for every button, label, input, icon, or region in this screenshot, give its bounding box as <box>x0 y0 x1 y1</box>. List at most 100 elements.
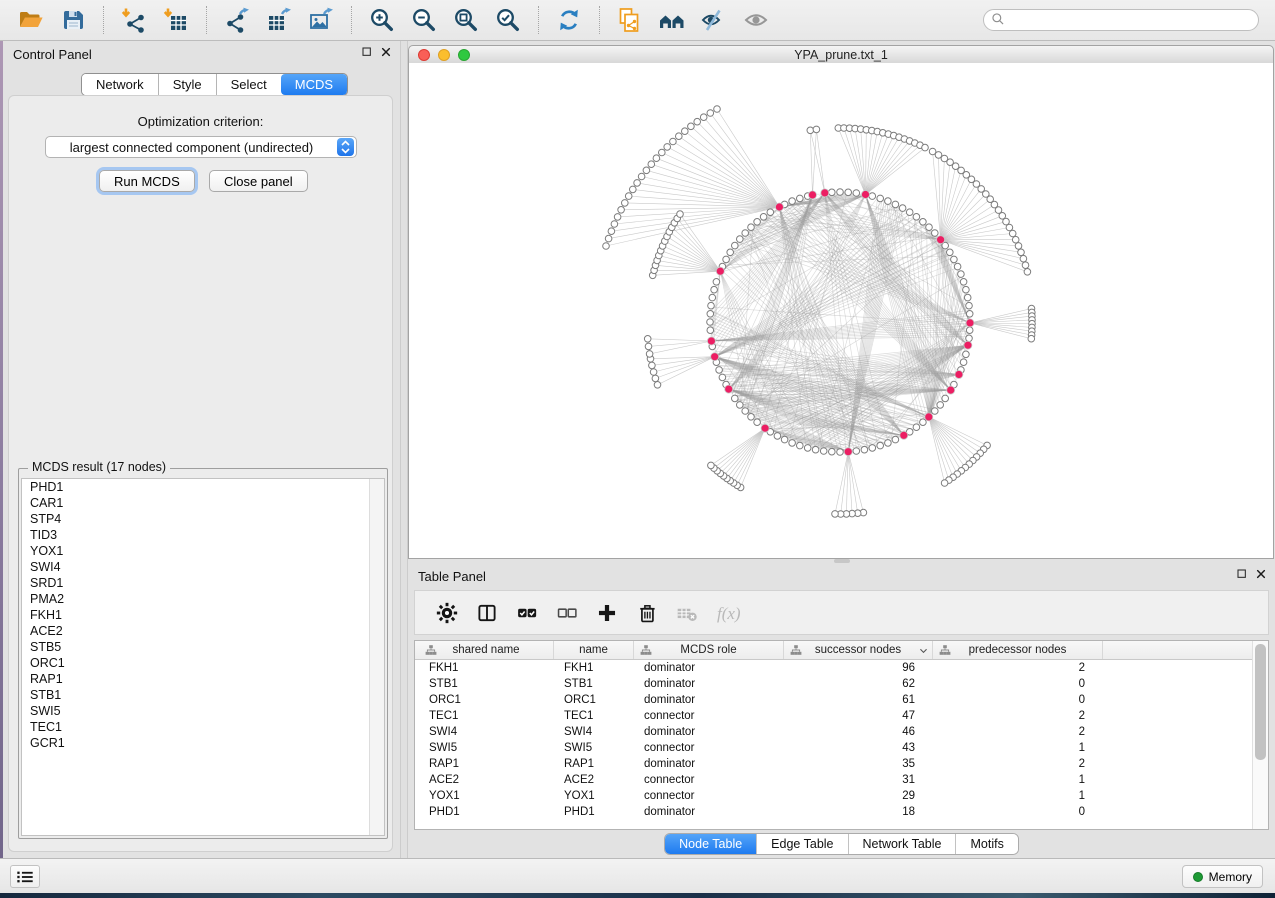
graph-node[interactable] <box>670 138 677 145</box>
graph-node[interactable] <box>760 214 767 221</box>
graph-node[interactable] <box>804 445 811 452</box>
gear-button[interactable] <box>434 601 460 625</box>
column-header-successor-nodes[interactable]: successor nodes <box>784 641 933 659</box>
show-panels-list-button[interactable] <box>10 865 40 888</box>
memory-button[interactable]: Memory <box>1182 865 1263 888</box>
run-mcds-button[interactable]: Run MCDS <box>99 170 195 192</box>
graph-node-mcds[interactable] <box>809 191 817 199</box>
graph-node[interactable] <box>682 128 689 135</box>
graph-node-mcds[interactable] <box>900 431 908 439</box>
graph-node-mcds[interactable] <box>955 371 963 379</box>
graph-node[interactable] <box>646 351 653 358</box>
table-row[interactable]: RAP1RAP1dominator352 <box>415 756 1253 772</box>
graph-node[interactable] <box>742 230 749 237</box>
graph-node[interactable] <box>960 279 967 286</box>
table-row[interactable]: TEC1TEC1connector472 <box>415 708 1253 724</box>
mcds-result-item[interactable]: SWI4 <box>22 559 384 575</box>
close-panel-button-mcds[interactable]: Close panel <box>209 170 308 192</box>
zoom-fit-button[interactable] <box>451 6 481 34</box>
mcds-result-item[interactable]: YOX1 <box>22 543 384 559</box>
table-row[interactable]: ORC1ORC1dominator610 <box>415 692 1253 708</box>
tab-network[interactable]: Network <box>82 74 158 95</box>
graph-node[interactable] <box>966 327 973 334</box>
column-header-MCDS-role[interactable]: MCDS role <box>634 641 784 659</box>
graph-node[interactable] <box>774 433 781 440</box>
graph-node[interactable] <box>892 436 899 443</box>
graph-node[interactable] <box>937 402 944 409</box>
table-row[interactable]: PHD1PHD1dominator180 <box>415 804 1253 820</box>
table-row[interactable]: SWI4SWI4dominator462 <box>415 724 1253 740</box>
graph-node-mcds[interactable] <box>711 353 719 361</box>
graph-node[interactable] <box>932 408 939 415</box>
graph-node[interactable] <box>700 114 707 121</box>
graph-node[interactable] <box>648 161 655 168</box>
graph-node[interactable] <box>935 152 942 159</box>
graph-node[interactable] <box>654 382 661 389</box>
graph-node-mcds[interactable] <box>862 191 870 199</box>
graph-node[interactable] <box>829 189 836 196</box>
deselect-all-button[interactable] <box>554 601 580 625</box>
graph-node[interactable] <box>885 440 892 447</box>
table-row[interactable]: SWI5SWI5connector431 <box>415 740 1253 756</box>
graph-node[interactable] <box>964 294 971 301</box>
graph-node[interactable] <box>832 511 839 518</box>
tab-motifs[interactable]: Motifs <box>955 834 1017 854</box>
graph-node[interactable] <box>732 395 739 402</box>
graph-node[interactable] <box>622 200 629 207</box>
graph-node[interactable] <box>1024 269 1031 276</box>
mcds-result-item[interactable]: PHD1 <box>22 479 384 495</box>
graph-node[interactable] <box>754 219 761 226</box>
graph-node[interactable] <box>719 374 726 381</box>
mcds-result-item[interactable]: PMA2 <box>22 591 384 607</box>
graph-node[interactable] <box>611 221 618 228</box>
graph-node[interactable] <box>664 144 671 151</box>
graph-node[interactable] <box>716 367 723 374</box>
close-table-panel-button[interactable] <box>1255 568 1267 580</box>
graph-node[interactable] <box>877 442 884 449</box>
network-canvas[interactable] <box>408 63 1274 559</box>
graph-node-mcds[interactable] <box>966 319 974 327</box>
graph-node[interactable] <box>643 167 650 174</box>
graph-node[interactable] <box>789 440 796 447</box>
graph-node[interactable] <box>820 448 827 455</box>
mcds-list-scrollbar[interactable] <box>369 479 384 835</box>
add-button[interactable] <box>594 601 620 625</box>
graph-node[interactable] <box>1022 262 1029 269</box>
tab-style[interactable]: Style <box>158 74 216 95</box>
graph-node[interactable] <box>920 219 927 226</box>
float-panel-button[interactable] <box>361 46 373 58</box>
graph-node[interactable] <box>659 149 666 156</box>
graph-node[interactable] <box>605 235 612 242</box>
graph-node[interactable] <box>711 286 718 293</box>
table-scrollbar-thumb[interactable] <box>1255 644 1266 760</box>
graph-node[interactable] <box>869 445 876 452</box>
graph-node[interactable] <box>932 230 939 237</box>
graph-node[interactable] <box>694 118 701 125</box>
graph-node[interactable] <box>1020 255 1027 262</box>
graph-node[interactable] <box>742 408 749 415</box>
graph-node[interactable] <box>767 209 774 216</box>
tab-edge-table[interactable]: Edge Table <box>756 834 847 854</box>
graph-node[interactable] <box>966 311 973 318</box>
graph-node[interactable] <box>913 214 920 221</box>
graph-node[interactable] <box>677 211 684 218</box>
graph-node[interactable] <box>618 207 625 214</box>
float-table-panel-button[interactable] <box>1236 568 1248 580</box>
graph-node[interactable] <box>947 249 954 256</box>
graph-node[interactable] <box>926 224 933 231</box>
graph-node-mcds[interactable] <box>725 385 733 393</box>
import-network-button[interactable] <box>119 6 149 34</box>
table-row[interactable]: FKH1FKH1dominator962 <box>415 660 1253 676</box>
tab-select[interactable]: Select <box>216 74 281 95</box>
tab-network-table[interactable]: Network Table <box>848 834 956 854</box>
export-table-button[interactable] <box>264 6 294 34</box>
graph-node-mcds[interactable] <box>947 386 955 394</box>
graph-node[interactable] <box>951 256 958 263</box>
open-folder-button[interactable] <box>16 6 46 34</box>
graph-node[interactable] <box>737 402 744 409</box>
search-box[interactable] <box>983 9 1259 31</box>
graph-node[interactable] <box>737 236 744 243</box>
graph-node[interactable] <box>653 155 660 162</box>
graph-node[interactable] <box>1012 236 1019 243</box>
graph-node[interactable] <box>707 319 714 326</box>
